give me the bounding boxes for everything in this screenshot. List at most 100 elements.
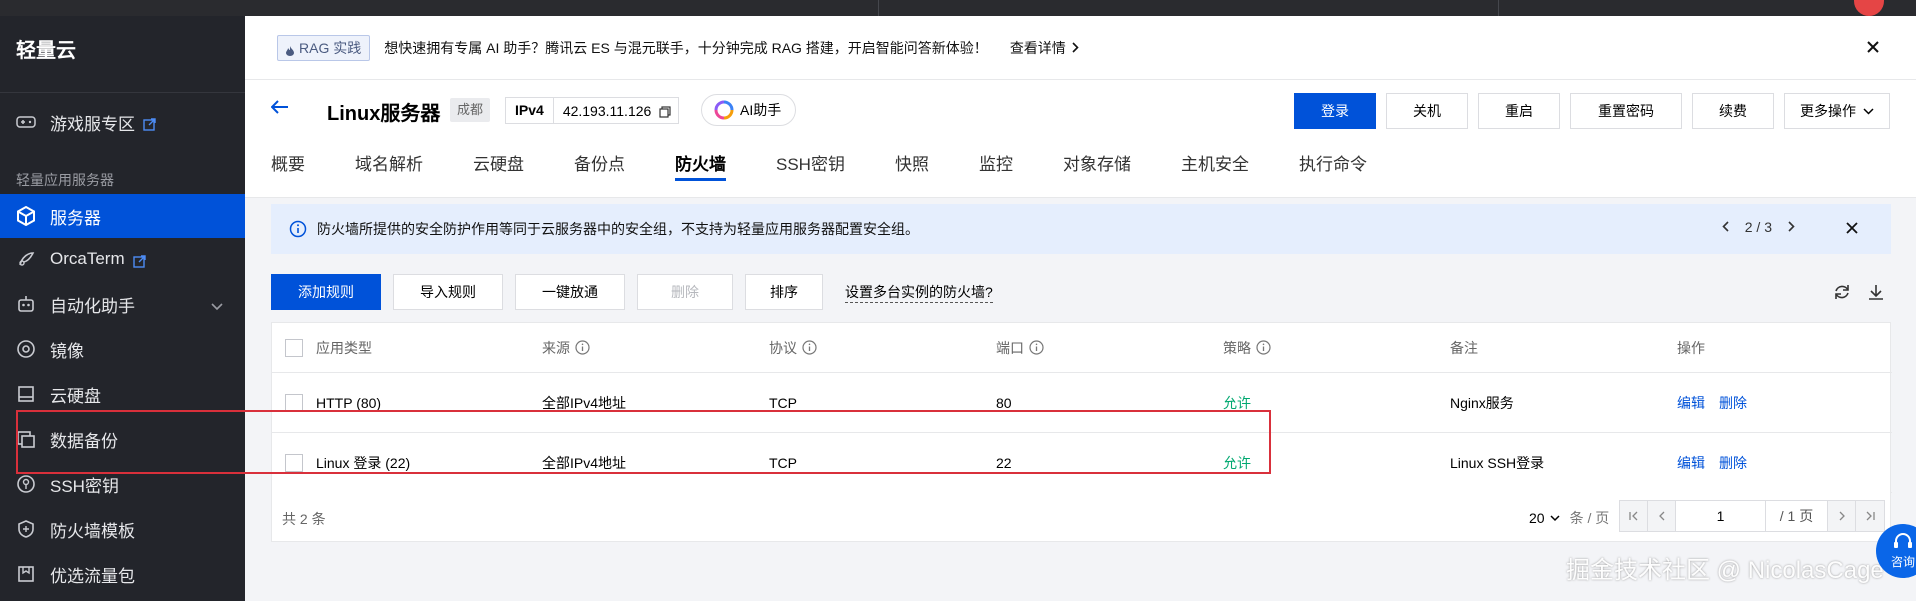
restart-button[interactable]: 重启: [1478, 93, 1560, 129]
first-page-icon[interactable]: [1620, 501, 1648, 531]
cell-source: 全部IPv4地址: [542, 394, 627, 411]
close-icon[interactable]: [1845, 221, 1859, 238]
sidebar-item-cloud-disk[interactable]: 云硬盘: [0, 372, 245, 416]
sidebar-item-images[interactable]: 镜像: [0, 327, 245, 371]
tab-firewall[interactable]: 防火墙: [675, 150, 726, 186]
sidebar-item-label: 优选流量包: [50, 566, 135, 586]
edit-link[interactable]: 编辑: [1677, 453, 1705, 473]
copy-icon[interactable]: [659, 105, 671, 118]
multi-instance-firewall-link[interactable]: 设置多台实例的防火墙?: [845, 282, 993, 303]
import-rule-button[interactable]: 导入规则: [393, 274, 503, 310]
tab-ssh-key[interactable]: SSH密钥: [776, 150, 845, 186]
renew-button[interactable]: 续费: [1692, 93, 1774, 129]
help-icon[interactable]: [1029, 340, 1044, 355]
rag-tag-label: RAG 实践: [299, 39, 362, 56]
sidebar-item-ssh-key[interactable]: SSH密钥: [0, 462, 245, 506]
ip-value: 42.193.11.126: [562, 102, 652, 119]
refresh-icon[interactable]: [1832, 282, 1852, 302]
chevron-right-icon: [1072, 42, 1079, 53]
more-actions-button[interactable]: 更多操作: [1784, 93, 1890, 129]
table-row: Linux 登录 (22) 全部IPv4地址 TCP 22 允许 Linux S…: [272, 433, 1892, 493]
info-icon: [289, 220, 307, 238]
sidebar-item-label: SSH密钥: [50, 476, 119, 496]
headset-icon: [1892, 532, 1914, 553]
help-icon[interactable]: [802, 340, 817, 355]
sidebar-item-label: 云硬盘: [50, 386, 101, 406]
tab-backup[interactable]: 备份点: [574, 150, 625, 186]
notification-badge[interactable]: [1854, 0, 1884, 16]
edit-link[interactable]: 编辑: [1677, 393, 1705, 413]
chevron-right-icon[interactable]: [1788, 219, 1795, 235]
backup-icon: [16, 429, 36, 449]
header-port-label: 端口: [996, 339, 1024, 356]
help-icon[interactable]: [1256, 340, 1271, 355]
tab-overview[interactable]: 概要: [271, 150, 305, 186]
sidebar-item-servers[interactable]: 服务器: [0, 194, 245, 238]
delete-link[interactable]: 删除: [1719, 453, 1747, 473]
close-icon[interactable]: [1864, 38, 1882, 56]
tab-bar: 概要 域名解析 云硬盘 备份点 防火墙 SSH密钥 快照 监控 对象存储 主机安…: [271, 150, 1417, 186]
total-pages: / 1 页: [1766, 501, 1828, 531]
cell-protocol: TCP: [769, 454, 797, 471]
tab-host-security[interactable]: 主机安全: [1181, 150, 1249, 186]
row-checkbox[interactable]: [285, 453, 303, 472]
tab-cloud-disk[interactable]: 云硬盘: [473, 150, 524, 186]
ai-assistant-button[interactable]: AI助手: [701, 94, 797, 126]
ip-address-box: IPv4 42.193.11.126: [505, 97, 680, 124]
delete-link[interactable]: 删除: [1719, 393, 1747, 413]
support-label: 咨询: [1890, 555, 1915, 569]
shutdown-button[interactable]: 关机: [1386, 93, 1468, 129]
sort-button[interactable]: 排序: [745, 274, 823, 310]
tab-monitor[interactable]: 监控: [979, 150, 1013, 186]
cube-icon: [16, 206, 36, 226]
page-size-select[interactable]: 20 条 / 页: [1529, 508, 1609, 528]
next-page-icon[interactable]: [1828, 501, 1856, 531]
sidebar-section-label: 轻量应用服务器: [16, 172, 114, 188]
pagination: 1 / 1 页: [1619, 500, 1885, 532]
tab-snapshot[interactable]: 快照: [895, 150, 929, 186]
instance-header: Linux服务器 成都 IPv4 42.193.11.126 AI助手 登录 关…: [245, 80, 1916, 198]
sidebar-item-firewall-template[interactable]: 防火墙模板: [0, 507, 245, 551]
download-icon[interactable]: [1866, 282, 1886, 302]
chevron-down-icon: [1863, 107, 1874, 115]
reset-password-button[interactable]: 重置密码: [1570, 93, 1682, 129]
sidebar-item-traffic-package[interactable]: 优选流量包: [0, 552, 245, 596]
header-remark: 备注: [1450, 339, 1478, 356]
header-source: 来源: [542, 338, 590, 358]
rag-tag[interactable]: RAG 实践: [277, 34, 371, 61]
cell-remark: Linux SSH登录: [1450, 454, 1545, 471]
banner-details-link[interactable]: 查看详情: [1010, 38, 1079, 58]
sidebar-item-label: 镜像: [50, 341, 84, 361]
chevron-left-icon[interactable]: [1722, 219, 1729, 235]
table-row: HTTP (80) 全部IPv4地址 TCP 80 允许 Nginx服务 编辑 …: [272, 373, 1892, 433]
page-title: Linux服务器: [327, 103, 441, 125]
sidebar-item-orcaterm[interactable]: OrcaTerm: [0, 237, 245, 281]
tab-object-storage[interactable]: 对象存储: [1063, 150, 1131, 186]
prev-page-icon[interactable]: [1648, 501, 1676, 531]
login-button[interactable]: 登录: [1294, 93, 1376, 129]
cell-port: 22: [996, 454, 1012, 471]
header-source-label: 来源: [542, 339, 570, 356]
help-icon[interactable]: [575, 340, 590, 355]
sidebar-item-automation[interactable]: 自动化助手: [0, 282, 245, 326]
select-all-checkbox[interactable]: [285, 338, 303, 357]
tab-domain[interactable]: 域名解析: [355, 150, 423, 186]
sidebar-item-label: 数据备份: [50, 431, 118, 451]
table-footer: 共 2 条 20 条 / 页 1 / 1 页: [271, 492, 1891, 542]
page-number-input[interactable]: 1: [1676, 501, 1766, 531]
cell-protocol: TCP: [769, 394, 797, 411]
tab-run-command[interactable]: 执行命令: [1299, 150, 1367, 186]
row-checkbox[interactable]: [285, 393, 303, 412]
last-page-icon[interactable]: [1856, 501, 1884, 531]
sidebar-item-label: 自动化助手: [50, 296, 135, 316]
add-rule-button[interactable]: 添加规则: [271, 274, 381, 310]
cell-source: 全部IPv4地址: [542, 454, 627, 471]
open-all-button[interactable]: 一键放通: [515, 274, 625, 310]
delete-button[interactable]: 删除: [637, 274, 733, 310]
back-arrow-icon[interactable]: [270, 100, 289, 117]
sidebar-item-label: 服务器: [50, 208, 101, 228]
sidebar-item-game-zone[interactable]: 游戏服专区: [0, 100, 245, 144]
terminal-icon: [16, 249, 36, 269]
sidebar-item-backup[interactable]: 数据备份: [0, 417, 245, 461]
cell-policy: 允许: [1223, 454, 1251, 471]
